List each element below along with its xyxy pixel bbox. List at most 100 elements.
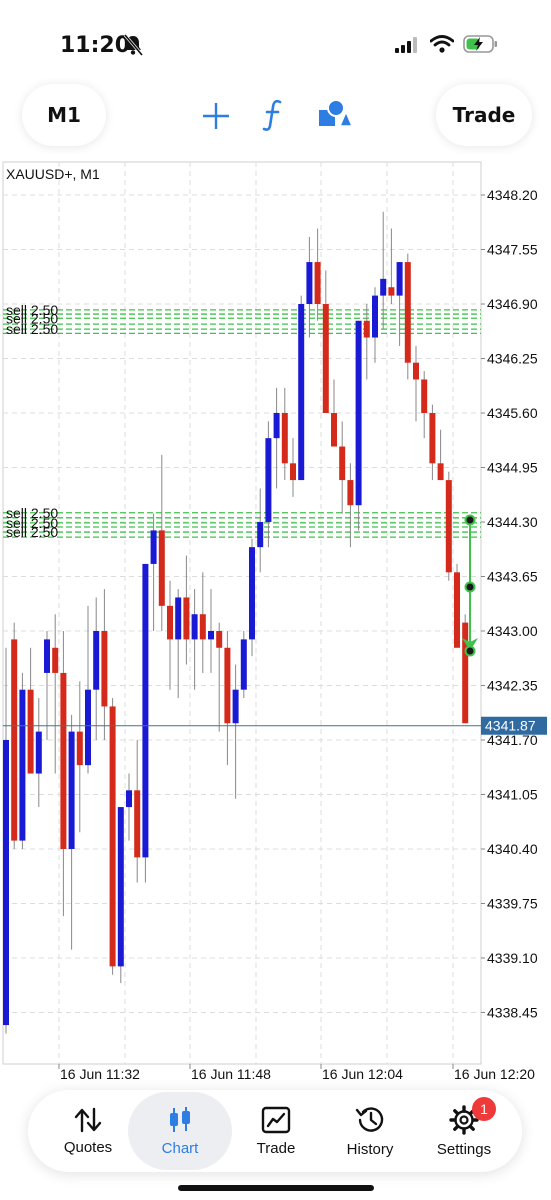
candle-bull xyxy=(191,614,198,640)
candle-bear xyxy=(462,622,469,724)
tab-history-label: History xyxy=(346,1140,394,1158)
price-tick-label: 4339.10 xyxy=(487,950,538,966)
candle-bear xyxy=(404,262,411,363)
candle-bear xyxy=(314,262,321,304)
price-tick-label: 4343.65 xyxy=(487,569,538,585)
tab-quotes[interactable]: Quotes xyxy=(36,1092,140,1170)
candle-bull xyxy=(150,530,157,564)
candle-bull xyxy=(68,731,75,849)
price-tick-label: 4340.40 xyxy=(487,841,538,857)
candle-bear xyxy=(183,597,190,640)
function-icon[interactable] xyxy=(261,98,285,132)
candle-bear xyxy=(101,631,108,707)
candle-bear xyxy=(109,706,116,967)
candle-bull xyxy=(240,639,247,690)
tab-quotes-label: Quotes xyxy=(63,1138,113,1156)
history-icon xyxy=(355,1106,384,1132)
price-tick-label: 4344.95 xyxy=(487,460,538,476)
tab-settings-label: Settings xyxy=(436,1140,492,1158)
time-tick-label: 16 Jun 11:32 xyxy=(60,1066,140,1082)
home-indicator xyxy=(178,1185,374,1191)
candle-bear xyxy=(134,790,141,858)
candle-bear xyxy=(167,605,173,640)
chart-icon xyxy=(170,1106,190,1132)
candle-bull xyxy=(85,689,91,766)
candle-bear xyxy=(454,572,460,648)
candle-bull xyxy=(35,731,42,774)
candle-bear xyxy=(290,463,296,481)
candle-bull xyxy=(3,740,9,1026)
quotes-icon xyxy=(74,1107,102,1132)
candle-bull xyxy=(142,563,149,858)
cellular-signal-icon xyxy=(395,37,417,53)
trade-button[interactable]: Trade xyxy=(436,84,532,146)
crosshair-icon[interactable] xyxy=(201,101,231,131)
candlestick-chart[interactable]: 4348.20 4347.55 4346.90 4346.25 4345.60 4344.… xyxy=(0,158,551,1088)
wifi-icon xyxy=(430,35,454,53)
price-tick-label: 4347.55 xyxy=(487,242,538,258)
time-tick-label: 16 Jun 11:48 xyxy=(191,1066,271,1082)
candle-bull xyxy=(249,547,255,640)
candle-bull xyxy=(380,278,387,296)
timeframe-button[interactable]: M1 xyxy=(22,84,106,146)
candle-bull xyxy=(175,597,182,640)
candle-bear xyxy=(347,480,354,506)
trade-arrow-mid-point xyxy=(464,581,476,593)
candle-bear xyxy=(445,480,452,573)
price-tick-label: 4341.05 xyxy=(487,787,538,803)
tab-chart[interactable]: Chart xyxy=(128,1092,232,1170)
symbol-label: XAUUSD+, M1 xyxy=(6,166,100,182)
price-chart[interactable]: 4348.20 4347.55 4346.90 4346.25 4345.60 4344.… xyxy=(0,158,551,1088)
price-tick-label: 4338.45 xyxy=(487,1005,538,1021)
candle-bear xyxy=(339,446,346,481)
time-tick-label: 16 Jun 12:20 xyxy=(454,1066,535,1082)
tab-chart-label: Chart xyxy=(161,1139,199,1157)
candle-bull xyxy=(265,438,272,522)
notification-badge: 1 xyxy=(472,1097,496,1121)
candle-bear xyxy=(11,639,18,841)
candle-bull xyxy=(396,262,403,296)
candle-bear xyxy=(199,614,206,640)
candle-bull xyxy=(232,689,239,724)
time-tick-label: 16 Jun 12:04 xyxy=(322,1066,403,1082)
candle-bull xyxy=(273,413,280,439)
candle-bear xyxy=(413,362,419,380)
status-time: 11:20 xyxy=(60,33,131,58)
candle-bear xyxy=(322,304,329,413)
sell-order-label: sell 2.50 xyxy=(6,321,58,337)
tab-trade[interactable]: Trade xyxy=(224,1092,328,1170)
candle-bear xyxy=(60,672,67,849)
candle-bear xyxy=(158,530,165,606)
candle-bull xyxy=(126,790,132,808)
candle-bull xyxy=(93,631,100,690)
candle-bear xyxy=(27,689,34,774)
price-tick-label: 4342.35 xyxy=(487,678,538,694)
price-tick-label: 4339.75 xyxy=(487,896,538,912)
candle-bear xyxy=(216,631,223,648)
sell-order-label: sell 2.50 xyxy=(6,524,58,540)
price-tick-label: 4345.60 xyxy=(487,405,538,421)
candle-bear xyxy=(224,647,231,724)
tab-settings[interactable]: Settings 1 xyxy=(412,1092,516,1170)
current-price-label: 4341.87 xyxy=(485,718,536,734)
bottom-tab-bar: Quotes Chart Trade History Settings 1 xyxy=(28,1090,522,1172)
tab-history[interactable]: History xyxy=(318,1092,422,1170)
candle-bear xyxy=(388,287,395,296)
shapes-icon[interactable] xyxy=(318,98,352,130)
status-bar: 11:20 xyxy=(0,0,551,90)
candle-bull xyxy=(44,639,50,673)
trade-arrow-start-point xyxy=(464,514,476,526)
candle-bear xyxy=(76,731,83,766)
bell-muted-icon xyxy=(123,34,143,56)
tab-trade-label: Trade xyxy=(256,1139,296,1157)
candle-bear xyxy=(281,413,288,464)
price-tick-label: 4344.30 xyxy=(487,514,538,530)
candle-bull xyxy=(208,631,214,640)
candle-bear xyxy=(52,647,59,673)
price-tick-label: 4346.90 xyxy=(487,296,538,312)
candle-bull xyxy=(19,689,26,841)
battery-charging-icon xyxy=(463,35,497,53)
candle-bull xyxy=(306,262,313,304)
candle-bear xyxy=(437,463,444,481)
candle-bull xyxy=(257,522,264,548)
